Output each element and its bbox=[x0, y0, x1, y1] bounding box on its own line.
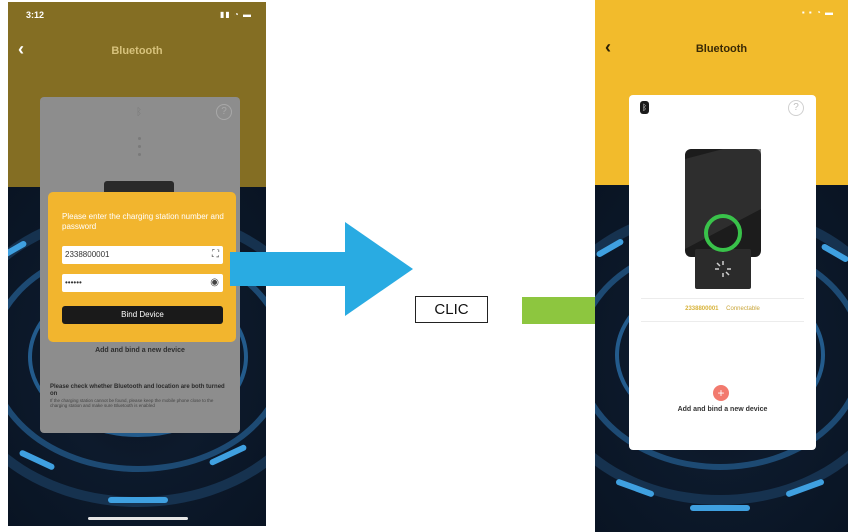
device-status: Connectable bbox=[726, 306, 760, 312]
dialog-prompt: Please enter the charging station number… bbox=[62, 212, 224, 231]
divider bbox=[641, 321, 804, 322]
add-device-label[interactable]: Add and bind a new device bbox=[40, 347, 240, 354]
home-indicator bbox=[88, 517, 188, 520]
divider bbox=[641, 298, 804, 299]
page-title: Bluetooth bbox=[695, 43, 748, 55]
arrow-right-blue-icon bbox=[230, 222, 413, 316]
charging-station-image bbox=[685, 149, 761, 289]
warning-body: If the charging station cannot be found,… bbox=[50, 398, 214, 408]
loading-dots bbox=[138, 137, 142, 161]
arrow-blue-shape bbox=[230, 222, 413, 316]
password-value: •••••• bbox=[65, 278, 82, 287]
help-icon[interactable]: ? bbox=[788, 100, 804, 116]
status-icons: ▮▮ ◔ ▬ bbox=[219, 10, 252, 19]
clic-label: CLIC bbox=[415, 296, 488, 323]
station-number-field[interactable]: 2338800001 ⛶ bbox=[62, 246, 223, 264]
help-icon[interactable]: ? bbox=[216, 104, 232, 120]
scan-qr-icon[interactable]: ⛶ bbox=[212, 248, 219, 262]
status-icons: ▪ ▪ ◔ ▬ bbox=[801, 8, 834, 17]
status-time: 3:12 bbox=[26, 10, 45, 20]
add-icon[interactable]: + bbox=[713, 385, 729, 401]
password-field[interactable]: •••••• ◉ bbox=[62, 274, 223, 292]
station-number-value: 2338800001 bbox=[65, 250, 110, 259]
right-phone-screenshot: ▪ ▪ ◔ ▬ ‹ Bluetooth ᛒ ? 2338800001 Conne… bbox=[595, 0, 848, 532]
warning-title: Please check whether Bluetooth and locat… bbox=[50, 384, 225, 397]
add-device-label[interactable]: Add and bind a new device bbox=[629, 406, 816, 413]
bind-device-dialog: Please enter the charging station number… bbox=[48, 192, 236, 342]
bind-device-button[interactable]: Bind Device bbox=[62, 306, 223, 324]
device-list-item[interactable]: 2338800001 Connectable bbox=[629, 306, 816, 312]
left-phone-screenshot: 3:12 ▮▮ ◔ ▬ ‹ Bluetooth ᛒ ? Add and bind… bbox=[8, 2, 266, 526]
eye-icon[interactable]: ◉ bbox=[210, 276, 219, 290]
device-id: 2338800001 bbox=[685, 306, 719, 312]
page-title: Bluetooth bbox=[111, 45, 163, 57]
bluetooth-icon: ᛒ bbox=[136, 107, 142, 118]
bluetooth-icon: ᛒ bbox=[640, 101, 649, 114]
bluetooth-device-card: ᛒ ? 2338800001 Connectable + Add and bin… bbox=[629, 95, 816, 450]
